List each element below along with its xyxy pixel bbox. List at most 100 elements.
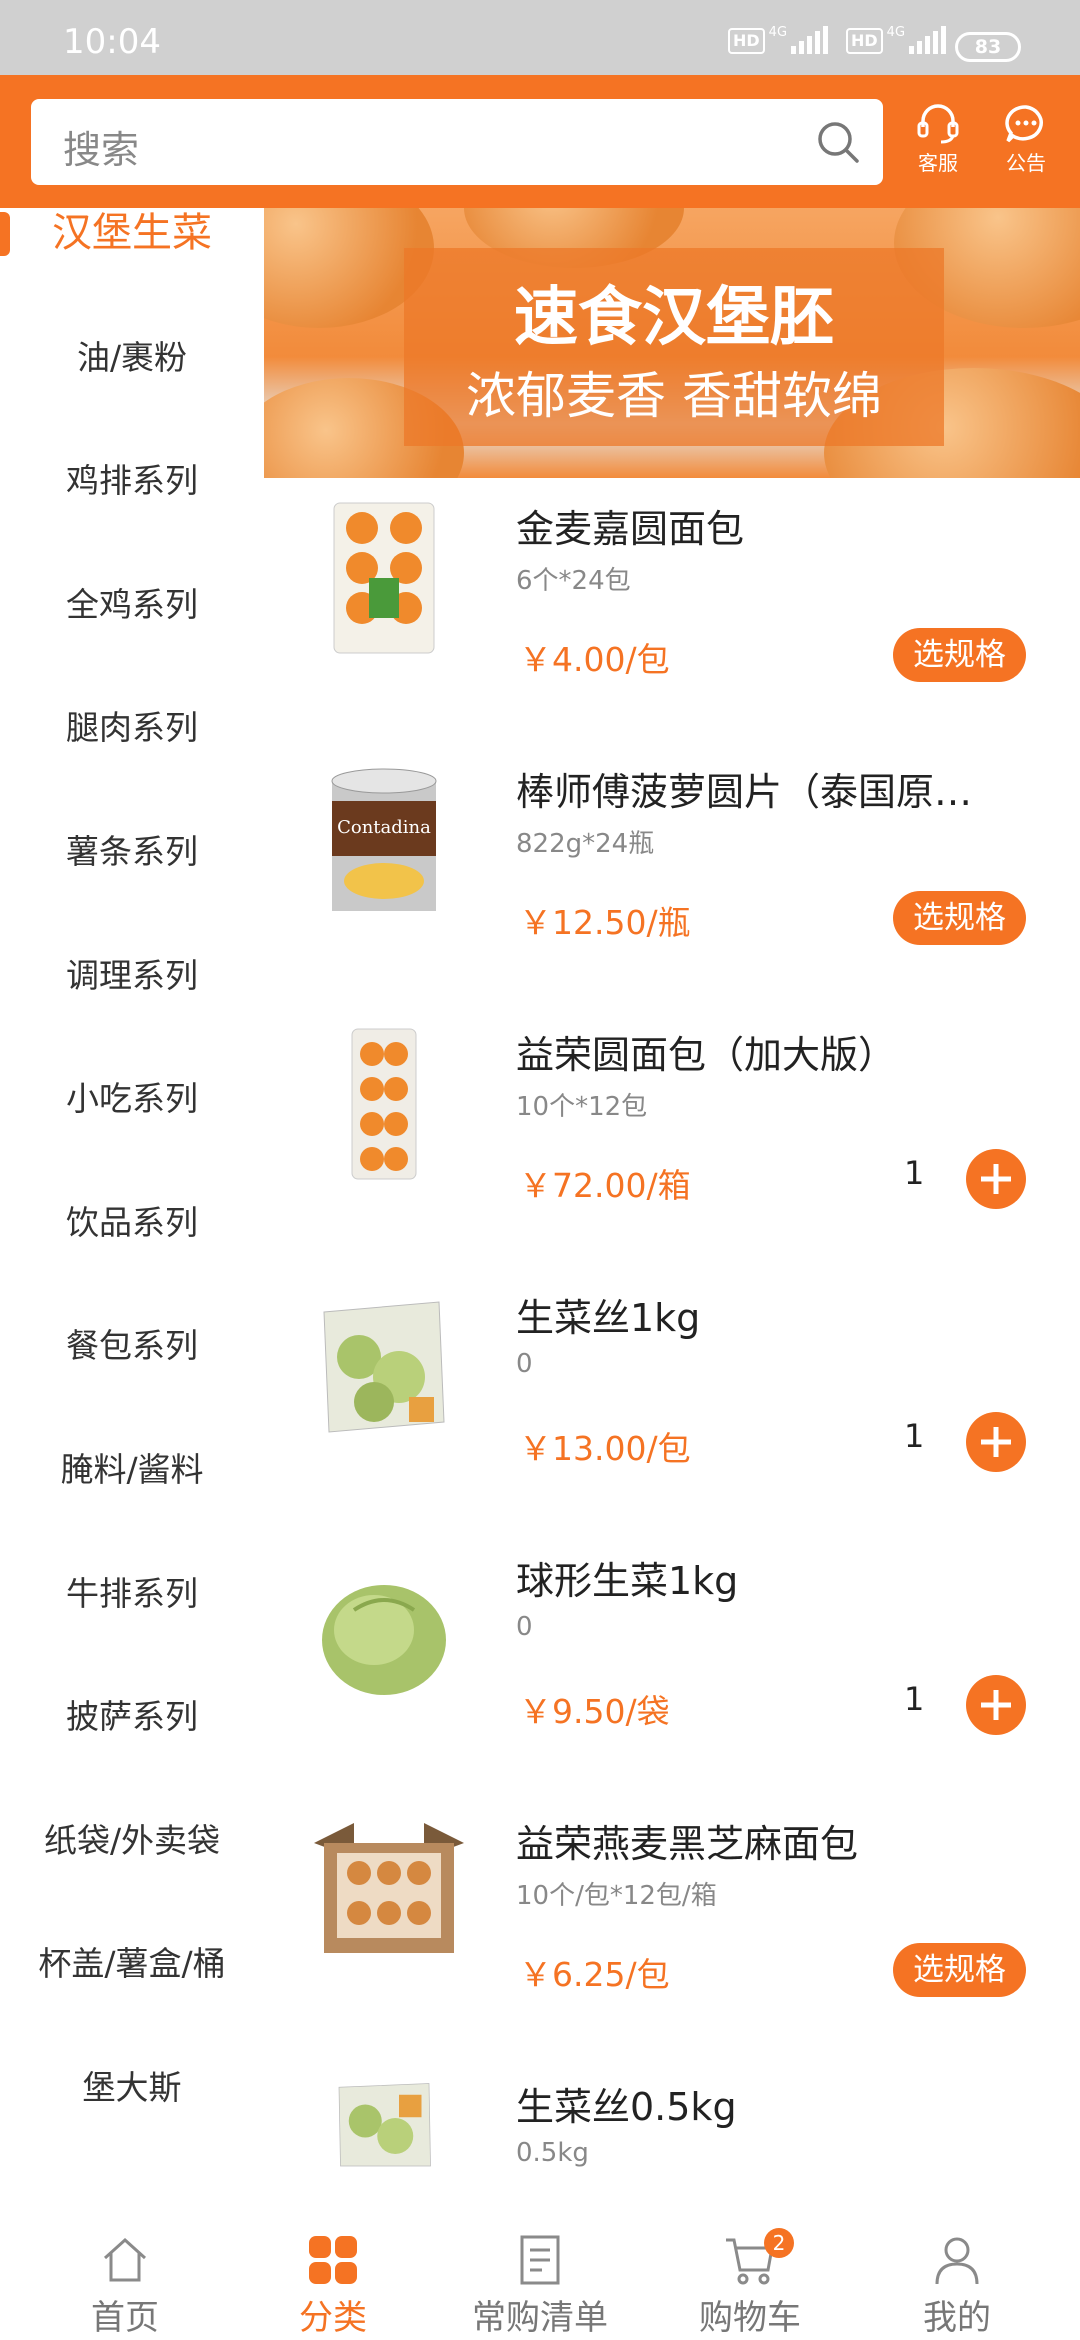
product-item[interactable]: 益荣圆面包（加大版） 10个*12包 ￥72.00/箱 1 xyxy=(264,1004,1080,1267)
category-label: 鸡排系列 xyxy=(66,461,198,501)
category-item[interactable]: 餐包系列 xyxy=(0,1284,264,1407)
user-icon xyxy=(867,2232,1047,2288)
product-name: 益荣燕麦黑芝麻面包 xyxy=(516,1822,859,1866)
category-label: 堡大斯 xyxy=(82,2068,182,2107)
category-item[interactable]: 薯条系列 xyxy=(0,790,264,913)
product-name: 棒师傅菠萝圆片（泰国原… xyxy=(516,770,973,814)
product-spec: 822g*24瓶 xyxy=(516,829,655,859)
category-item[interactable]: 披萨系列 xyxy=(0,1655,264,1778)
banner-textbox: 速食汉堡胚 浓郁麦香 香甜软绵 xyxy=(404,248,944,446)
product-item[interactable]: Contadina 棒师傅菠萝圆片（泰国原… 822g*24瓶 ￥12.50/瓶 选规格 xyxy=(264,741,1080,1004)
nav-cart[interactable]: 2 购物车 xyxy=(660,2228,840,2339)
customer-service-button[interactable]: 客服 xyxy=(903,103,973,176)
nav-label: 我的 xyxy=(923,2298,991,2338)
signal-bars-icon xyxy=(909,26,947,54)
nav-label: 分类 xyxy=(299,2298,367,2338)
select-spec-button[interactable]: 选规格 xyxy=(893,628,1026,682)
product-name: 生菜丝0.5kg xyxy=(516,2085,737,2129)
4g-label: 4G xyxy=(768,25,788,40)
select-spec-button[interactable]: 选规格 xyxy=(893,1943,1026,1997)
select-spec-button[interactable]: 选规格 xyxy=(893,891,1026,945)
product-image[interactable] xyxy=(309,1813,469,1973)
battery-icon: 83 xyxy=(955,32,1021,62)
product-name: 金麦嘉圆面包 xyxy=(516,507,745,551)
add-to-cart-button[interactable] xyxy=(966,1412,1026,1472)
notice-button[interactable]: 公告 xyxy=(991,103,1061,176)
search-placeholder: 搜索 xyxy=(63,128,140,172)
category-item[interactable]: 腿肉系列 xyxy=(0,666,264,789)
nav-label: 首页 xyxy=(91,2298,159,2338)
category-item[interactable]: 腌料/酱料 xyxy=(0,1408,264,1531)
product-item[interactable]: 益荣燕麦黑芝麻面包 10个/包*12包/箱 ￥6.25/包 选规格 xyxy=(264,1793,1080,2056)
product-price: ￥13.00/包 xyxy=(519,1429,691,1468)
cart-badge: 2 xyxy=(764,2228,794,2258)
product-name: 生菜丝1kg xyxy=(516,1296,701,1340)
product-price: ￥9.50/袋 xyxy=(519,1692,670,1731)
add-to-cart-button[interactable] xyxy=(966,1675,1026,1735)
customer-service-label: 客服 xyxy=(918,151,958,175)
category-label: 纸袋/外卖袋 xyxy=(43,1820,221,1860)
category-label: 薯条系列 xyxy=(66,832,198,871)
category-label: 全鸡系列 xyxy=(66,584,198,624)
category-item[interactable]: 调理系列 xyxy=(0,914,264,1037)
category-item[interactable]: 汉堡生菜 xyxy=(0,172,264,295)
banner-title: 速食汉堡胚 xyxy=(514,281,834,355)
list-icon xyxy=(450,2232,630,2288)
product-image[interactable] xyxy=(314,1550,454,1710)
product-spec: 0.5kg xyxy=(516,2138,589,2168)
category-item[interactable]: 鸡排系列 xyxy=(0,419,264,542)
active-category-indicator xyxy=(0,212,10,256)
quantity-value: 1 xyxy=(904,1680,925,1718)
message-icon xyxy=(1005,105,1043,143)
product-spec: 10个*12包 xyxy=(516,1092,648,1122)
nav-label: 常购清单 xyxy=(472,2298,608,2338)
add-to-cart-button[interactable] xyxy=(966,1149,1026,1209)
4g-label: 4G xyxy=(886,25,906,40)
nav-category[interactable]: 分类 xyxy=(243,2232,423,2339)
category-item[interactable]: 小吃系列 xyxy=(0,1037,264,1160)
product-item[interactable]: 金麦嘉圆面包 6个*24包 ￥4.00/包 选规格 xyxy=(264,478,1080,741)
product-item[interactable]: 球形生菜1kg 0 ￥9.50/袋 1 xyxy=(264,1530,1080,1793)
category-item[interactable]: 杯盖/薯盒/桶 xyxy=(0,1902,264,2025)
signal-1: HD 4G xyxy=(728,24,829,54)
category-label: 腿肉系列 xyxy=(66,708,198,748)
product-image[interactable]: Contadina xyxy=(314,761,454,921)
signal-2: HD 4G xyxy=(846,24,947,54)
hd-icon: HD xyxy=(728,28,765,54)
product-item[interactable]: 生菜丝1kg 0 ￥13.00/包 1 xyxy=(264,1267,1080,1530)
category-item[interactable]: 饮品系列 xyxy=(0,1161,264,1284)
banner-subtitle: 浓郁麦香 香甜软绵 xyxy=(466,367,882,425)
product-price: ￥6.25/包 xyxy=(519,1955,670,1994)
nav-user[interactable]: 我的 xyxy=(867,2232,1047,2339)
product-spec: 0 xyxy=(516,1612,533,1642)
home-icon xyxy=(35,2232,215,2288)
category-label: 披萨系列 xyxy=(66,1697,198,1737)
quantity-value: 1 xyxy=(904,1417,925,1455)
notice-label: 公告 xyxy=(1006,151,1046,175)
product-image[interactable] xyxy=(314,1287,454,1447)
product-price: ￥4.00/包 xyxy=(519,640,670,679)
category-item[interactable]: 纸袋/外卖袋 xyxy=(0,1779,264,1902)
nav-list[interactable]: 常购清单 xyxy=(450,2232,630,2339)
category-item[interactable]: 油/裹粉 xyxy=(0,296,264,419)
category-label: 餐包系列 xyxy=(66,1326,198,1366)
category-label: 牛排系列 xyxy=(66,1573,198,1613)
category-label: 腌料/酱料 xyxy=(60,1450,204,1489)
nav-home[interactable]: 首页 xyxy=(35,2232,215,2339)
product-item[interactable]: 生菜丝0.5kg 0.5kg xyxy=(264,2056,1080,2206)
category-item[interactable]: 堡大斯 xyxy=(0,2026,264,2149)
product-price: ￥12.50/瓶 xyxy=(519,903,691,942)
product-spec: 0 xyxy=(516,1349,533,1379)
promo-banner[interactable]: 速食汉堡胚 浓郁麦香 香甜软绵 xyxy=(264,208,1080,478)
category-icon xyxy=(243,2232,423,2288)
status-bar: 10:04 HD 4G HD 4G 83 xyxy=(0,0,1080,75)
category-item[interactable]: 全鸡系列 xyxy=(0,543,264,666)
product-name: 益荣圆面包（加大版） xyxy=(516,1033,897,1077)
category-label: 饮品系列 xyxy=(66,1202,198,1242)
category-label: 杯盖/薯盒/桶 xyxy=(38,1944,226,1984)
product-image[interactable] xyxy=(314,1024,454,1184)
signal-bars-icon xyxy=(791,26,829,54)
category-label: 小吃系列 xyxy=(66,1079,198,1119)
product-image[interactable] xyxy=(314,498,454,658)
category-item[interactable]: 牛排系列 xyxy=(0,1532,264,1655)
